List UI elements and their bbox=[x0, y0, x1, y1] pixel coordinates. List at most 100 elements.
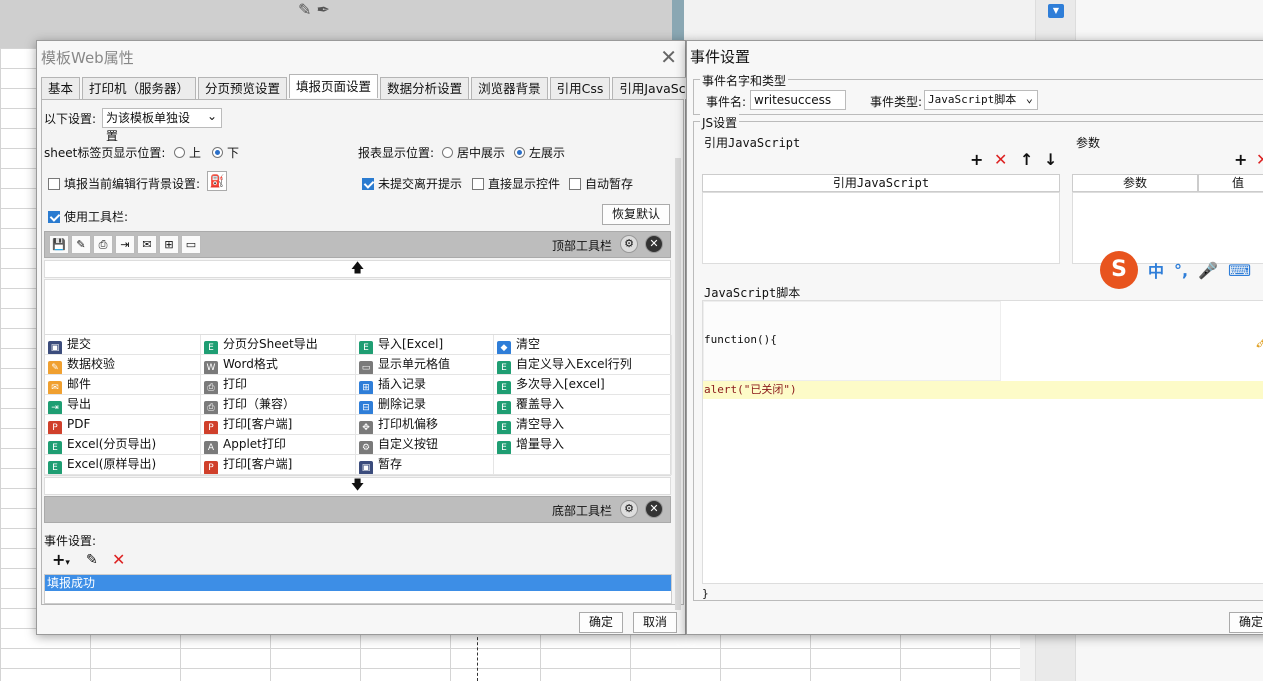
save-icon[interactable]: 💾 bbox=[49, 235, 69, 254]
add-event-icon[interactable]: +▾ bbox=[52, 550, 70, 569]
toolbar-item-empty bbox=[494, 455, 672, 475]
ok-button[interactable]: 确定 bbox=[1229, 612, 1263, 633]
direct-show-checkbox[interactable] bbox=[472, 178, 484, 190]
close-icon[interactable]: ✕ bbox=[645, 235, 663, 253]
code-close: } bbox=[702, 587, 709, 600]
toolbar-item[interactable]: ▣ 提交 bbox=[45, 335, 201, 355]
printer-icon[interactable]: ⎙ bbox=[93, 235, 113, 254]
toolbar-item[interactable]: P 打印[客户端] bbox=[201, 415, 356, 435]
paint-bucket-icon[interactable]: ⛽ bbox=[207, 171, 227, 191]
brush-icon[interactable]: 🖌 bbox=[1255, 333, 1263, 349]
arrow-up-icon[interactable]: ↑ bbox=[1020, 150, 1033, 169]
tab-fill-page[interactable]: 填报页面设置 bbox=[289, 74, 379, 98]
toolbar-item[interactable]: ▣ 暂存 bbox=[356, 455, 494, 475]
toolbar-item[interactable]: E 自定义导入Excel行列 bbox=[494, 355, 672, 375]
toolbar-item[interactable]: ⊞ 插入记录 bbox=[356, 375, 494, 395]
tab-page-preview[interactable]: 分页预览设置 bbox=[198, 77, 288, 99]
sheet-position-down[interactable]: 下 bbox=[212, 144, 239, 161]
add-icon[interactable]: + bbox=[970, 150, 983, 169]
move-up-arrow[interactable]: 🡅 bbox=[44, 260, 671, 278]
dropdown-icon[interactable]: ▼ bbox=[1048, 4, 1064, 18]
edit-icon[interactable]: ✎ bbox=[86, 552, 98, 568]
toolbar-item[interactable]: ✎ 数据校验 bbox=[45, 355, 201, 375]
toolbar-item[interactable]: ⊟ 删除记录 bbox=[356, 395, 494, 415]
toolbar-item[interactable]: E 清空导入 bbox=[494, 415, 672, 435]
toolbar-item[interactable]: ⚙ 自定义按钮 bbox=[356, 435, 494, 455]
close-icon[interactable]: ✕ bbox=[660, 45, 677, 69]
insert-icon[interactable]: ⊞ bbox=[159, 235, 179, 254]
toolbar-item[interactable]: A Applet打印 bbox=[201, 435, 356, 455]
ok-button[interactable]: 确定 bbox=[579, 612, 623, 633]
tab-basic[interactable]: 基本 bbox=[41, 77, 81, 99]
ime-punct[interactable]: °, bbox=[1174, 261, 1188, 280]
restore-default-button[interactable]: 恢复默认 bbox=[602, 204, 670, 225]
toolbar-item[interactable]: ⎙ 打印 bbox=[201, 375, 356, 395]
cell-icon[interactable]: ▭ bbox=[181, 235, 201, 254]
toolbar-item[interactable]: E 增量导入 bbox=[494, 435, 672, 455]
toolbar-item[interactable]: ◆ 清空 bbox=[494, 335, 672, 355]
sheet-position-up[interactable]: 上 bbox=[174, 144, 201, 161]
toolbar-item[interactable]: E 分页分Sheet导出 bbox=[201, 335, 356, 355]
arrow-down-icon[interactable]: ↓ bbox=[1044, 150, 1057, 169]
pencil-icon[interactable]: ✎ bbox=[71, 235, 91, 254]
event-type-select[interactable]: JavaScript脚本 bbox=[924, 89, 1038, 110]
toolbar-item[interactable]: P 打印[客户端] bbox=[201, 455, 356, 475]
gear-icon[interactable]: ⚙ bbox=[620, 235, 638, 253]
export-icon[interactable]: ⇥ bbox=[115, 235, 135, 254]
report-position-center[interactable]: 居中展示 bbox=[442, 144, 505, 161]
delete-icon[interactable]: ✕ bbox=[112, 550, 125, 569]
event-name-input[interactable]: writesuccess bbox=[750, 90, 846, 110]
code-line[interactable]: alert("已关闭") bbox=[703, 381, 1263, 399]
toolbar-item[interactable]: ⇥ 导出 bbox=[45, 395, 201, 415]
toolbar-item[interactable]: ⎙ 打印（兼容） bbox=[201, 395, 356, 415]
toolbar-item[interactable]: E 覆盖导入 bbox=[494, 395, 672, 415]
auto-save-checkbox[interactable] bbox=[569, 178, 581, 190]
ref-js-list[interactable] bbox=[702, 192, 1060, 264]
sogou-logo-icon[interactable]: S bbox=[1100, 251, 1138, 289]
toolbar-item[interactable]: ✥ 打印机偏移 bbox=[356, 415, 494, 435]
direct-show-controls[interactable]: 直接显示控件 bbox=[472, 175, 560, 192]
toolbar-item[interactable]: P PDF bbox=[45, 415, 201, 435]
row-bg-checkbox[interactable] bbox=[48, 178, 60, 190]
close-icon[interactable]: ✕ bbox=[645, 500, 663, 518]
unsubmitted-prompt[interactable]: 未提交离开提示 bbox=[362, 175, 462, 192]
script-editor[interactable]: function(){ 🖌 alert("已关闭") } bbox=[702, 300, 1263, 600]
row-background-setting[interactable]: 填报当前编辑行背景设置: bbox=[48, 175, 200, 192]
report-position-left[interactable]: 左展示 bbox=[514, 144, 565, 161]
event-item[interactable]: 填报成功 bbox=[45, 575, 671, 591]
delete-icon[interactable]: ✕ bbox=[994, 150, 1007, 169]
toolbar-item[interactable]: ✉ 邮件 bbox=[45, 375, 201, 395]
toolbar-item[interactable]: W Word格式 bbox=[201, 355, 356, 375]
background-scrollbar[interactable] bbox=[672, 0, 684, 40]
settings-scope-select[interactable]: 为该模板单独设置 bbox=[102, 107, 222, 143]
toolbar-item[interactable]: E Excel(分页导出) bbox=[45, 435, 201, 455]
move-down-arrow[interactable]: 🡇 bbox=[44, 477, 671, 495]
panel-scrollbar[interactable] bbox=[675, 158, 681, 610]
keyboard-icon[interactable]: ⌨ bbox=[1228, 261, 1251, 280]
auto-save[interactable]: 自动暂存 bbox=[569, 175, 633, 192]
tab-css[interactable]: 引用Css bbox=[549, 77, 611, 99]
toolbar-item[interactable]: ▭ 显示单元格值 bbox=[356, 355, 494, 375]
script-label: JavaScript脚本 bbox=[704, 286, 801, 300]
radio-up[interactable] bbox=[174, 147, 185, 158]
add-param-icon[interactable]: + bbox=[1234, 150, 1247, 169]
use-toolbar[interactable]: 使用工具栏: bbox=[48, 208, 128, 225]
toolbar-item[interactable]: E 多次导入[excel] bbox=[494, 375, 672, 395]
tab-browser-background[interactable]: 浏览器背景 bbox=[471, 77, 548, 99]
cancel-button[interactable]: 取消 bbox=[633, 612, 677, 633]
tab-printer-server[interactable]: 打印机（服务器） bbox=[82, 77, 197, 99]
tab-data-analysis[interactable]: 数据分析设置 bbox=[380, 77, 470, 99]
toolbar-item[interactable]: E Excel(原样导出) bbox=[45, 455, 201, 475]
delete-param-icon[interactable]: ✕ bbox=[1256, 150, 1263, 169]
ime-lang[interactable]: 中 bbox=[1148, 258, 1164, 282]
microphone-icon[interactable]: 🎤 bbox=[1198, 261, 1218, 280]
excel-icon: E bbox=[497, 421, 511, 434]
unsubmitted-checkbox[interactable] bbox=[362, 178, 374, 190]
gear-icon[interactable]: ⚙ bbox=[620, 500, 638, 518]
radio-down[interactable] bbox=[212, 147, 223, 158]
radio-center[interactable] bbox=[442, 147, 453, 158]
toolbar-item[interactable]: E 导入[Excel] bbox=[356, 335, 494, 355]
radio-left[interactable] bbox=[514, 147, 525, 158]
use-toolbar-checkbox[interactable] bbox=[48, 211, 60, 223]
mail-icon[interactable]: ✉ bbox=[137, 235, 157, 254]
